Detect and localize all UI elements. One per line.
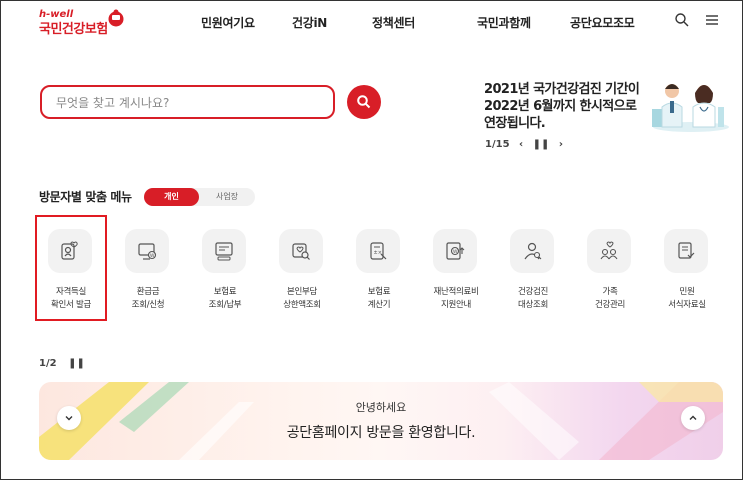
search-icon[interactable] bbox=[674, 12, 690, 28]
welcome-banner: 안녕하세요 공단홈페이지 방문을 환영합니다. bbox=[39, 382, 723, 460]
banner-expand-button[interactable] bbox=[57, 406, 81, 430]
menu-item-forms[interactable]: 민원 서식자료실 bbox=[656, 226, 718, 321]
banner-collapse-button[interactable] bbox=[681, 406, 705, 430]
notice-line: 2021년 국가건강검진 기간이 bbox=[484, 82, 640, 97]
nav-item-with-citizens[interactable]: 국민과함께 bbox=[477, 14, 531, 31]
menu-label: 보험료 조회/납부 bbox=[208, 287, 242, 310]
premium-screen-icon bbox=[202, 229, 246, 273]
ceiling-search-icon bbox=[279, 229, 323, 273]
banner-decoration-icon bbox=[39, 382, 723, 460]
logo-name-text: 국민건강보험 bbox=[39, 22, 108, 37]
menu-item-refund[interactable]: W 환급금 조회/신청 bbox=[117, 226, 179, 321]
nav-item-civil[interactable]: 민원여기요 bbox=[201, 14, 255, 31]
menu-page-count: 1/2 bbox=[39, 358, 57, 369]
menu-label: 건강검진 대상조회 bbox=[517, 287, 549, 310]
menu-pager: 1/2 ❚❚ bbox=[39, 358, 85, 369]
banner-subtitle: 공단홈페이지 방문을 환영합니다. bbox=[286, 425, 476, 441]
pause-icon[interactable]: ❚❚ bbox=[68, 358, 85, 369]
svg-text:W: W bbox=[453, 249, 458, 255]
browser-frame: h-well 국민건강보험 민원여기요 건강iN 정책센터 국민과함께 공단요모… bbox=[0, 0, 743, 480]
toggle-personal[interactable]: 개인 bbox=[144, 188, 199, 206]
notice-line: 2022년 6월까지 한시적으로 bbox=[484, 99, 637, 114]
site-logo[interactable]: h-well 국민건강보험 bbox=[39, 9, 124, 37]
doctors-illustration-icon bbox=[652, 84, 729, 132]
notice-pager: 1/15 ‹ ❚❚ › bbox=[485, 139, 569, 150]
nav-item-policy[interactable]: 정책센터 bbox=[372, 14, 415, 31]
toggle-business[interactable]: 사업장 bbox=[199, 188, 255, 206]
menu-item-family-health[interactable]: 가족 건강관리 bbox=[579, 226, 641, 321]
highlight-box bbox=[35, 215, 107, 321]
pause-icon[interactable]: ❚❚ bbox=[533, 139, 550, 150]
nav-item-about[interactable]: 공단요모조모 bbox=[570, 14, 635, 31]
medical-support-icon: W bbox=[433, 229, 477, 273]
search-button[interactable] bbox=[347, 85, 381, 119]
menu-item-calculator[interactable]: ±× 보험료 계산기 bbox=[348, 226, 410, 321]
next-arrow-icon[interactable]: › bbox=[559, 139, 563, 150]
prev-arrow-icon[interactable]: ‹ bbox=[519, 139, 523, 150]
chevron-up-icon bbox=[689, 415, 697, 420]
calculator-icon: ±× bbox=[356, 229, 400, 273]
menu-item-disaster-medical[interactable]: W 재난적의료비 지원안내 bbox=[425, 226, 487, 321]
section-title: 방문자별 맞춤 메뉴 bbox=[39, 190, 132, 204]
visitor-type-toggle: 개인 사업장 bbox=[144, 188, 255, 206]
menu-label: 본인부담 상한액조회 bbox=[283, 287, 321, 310]
notice-line: 연장됩니다. bbox=[484, 116, 546, 131]
chevron-down-icon bbox=[65, 416, 73, 421]
banner-title: 안녕하세요 bbox=[355, 401, 407, 414]
menu-label: 환급금 조회/신청 bbox=[131, 287, 165, 310]
menu-label: 민원 서식자료실 bbox=[668, 287, 706, 310]
form-document-icon bbox=[664, 229, 708, 273]
menu-item-checkup[interactable]: 건강검진 대상조회 bbox=[502, 226, 564, 321]
menu-item-premium[interactable]: 보험료 조회/납부 bbox=[194, 226, 256, 321]
hamburger-menu-icon[interactable] bbox=[704, 12, 720, 28]
logo-mark-icon bbox=[108, 9, 124, 27]
refund-monitor-icon: W bbox=[125, 229, 169, 273]
notice-page-count: 1/15 bbox=[485, 139, 510, 150]
search-input[interactable] bbox=[56, 94, 316, 112]
checkup-people-icon bbox=[510, 229, 554, 273]
svg-text:±×: ±× bbox=[374, 250, 382, 256]
search-icon bbox=[357, 95, 371, 109]
menu-item-ceiling[interactable]: 본인부담 상한액조회 bbox=[271, 226, 333, 321]
svg-text:W: W bbox=[150, 253, 155, 259]
search-box bbox=[40, 85, 335, 119]
menu-label: 보험료 계산기 bbox=[367, 287, 391, 310]
notice-headline[interactable]: 2021년 국가건강검진 기간이 2022년 6월까지 한시적으로 연장됩니다. bbox=[484, 81, 649, 132]
nav-item-health-in[interactable]: 건강iN bbox=[292, 14, 327, 31]
menu-label: 가족 건강관리 bbox=[594, 287, 626, 310]
family-icon bbox=[587, 229, 631, 273]
menu-label: 재난적의료비 지원안내 bbox=[433, 287, 479, 310]
